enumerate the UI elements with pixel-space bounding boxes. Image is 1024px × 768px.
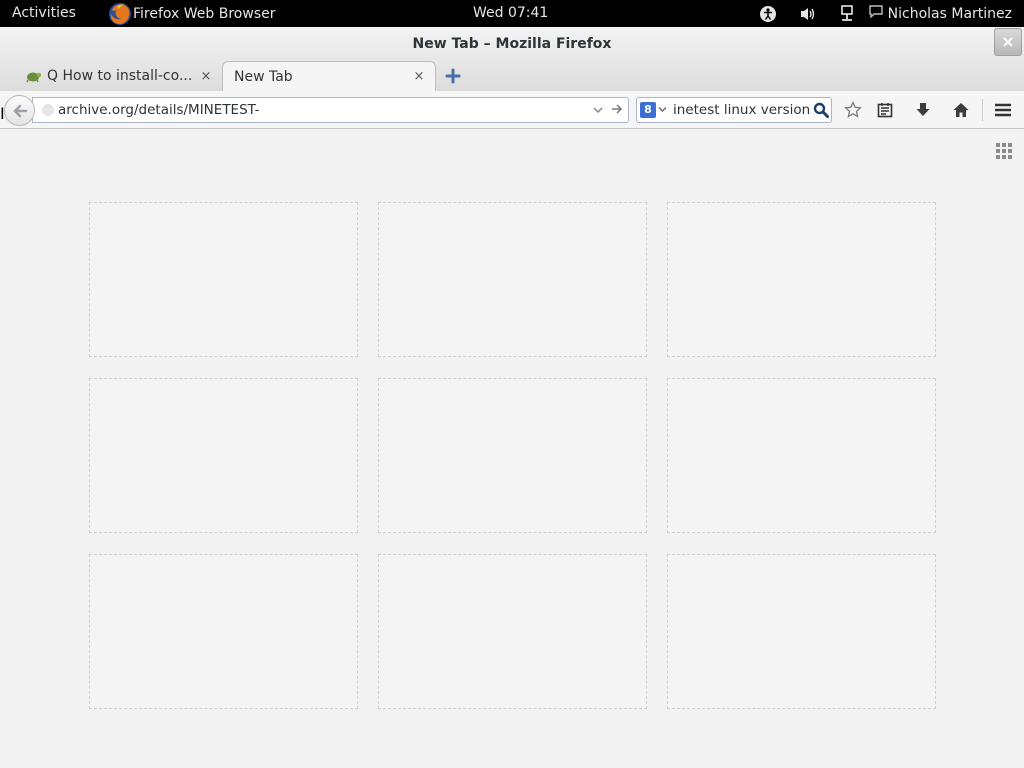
- window-close-button[interactable]: ×: [994, 28, 1022, 56]
- new-tab-tile[interactable]: [378, 554, 647, 709]
- app-menu[interactable]: Firefox Web Browser: [108, 1, 276, 27]
- firefox-window: New Tab – Mozilla Firefox × Q How to ins…: [0, 27, 1024, 768]
- new-tab-tile[interactable]: [667, 554, 936, 709]
- search-magnifier-icon[interactable]: [811, 102, 831, 118]
- go-arrow-icon[interactable]: [606, 102, 628, 118]
- tab-label: New Tab: [234, 68, 293, 85]
- url-bar[interactable]: archive.org/details/MINETEST-: [32, 97, 629, 123]
- window-title: New Tab – Mozilla Firefox: [412, 36, 612, 52]
- menu-icon[interactable]: [992, 99, 1014, 121]
- tab-close-icon[interactable]: ×: [198, 69, 214, 84]
- accessibility-icon[interactable]: [759, 5, 777, 23]
- clock[interactable]: Wed 07:41: [473, 5, 548, 21]
- bookmark-star-icon[interactable]: [842, 99, 864, 121]
- tortoise-favicon-icon: [24, 68, 42, 84]
- new-tab-tile[interactable]: [667, 202, 936, 357]
- text-cursor-icon: I: [0, 104, 5, 123]
- back-icon: [12, 104, 27, 117]
- volume-icon[interactable]: [799, 6, 817, 22]
- tab-strip: Q How to install-co... × New Tab ×: [0, 57, 1024, 91]
- system-tray: Nicholas Martinez: [737, 0, 1024, 27]
- network-icon[interactable]: [839, 4, 855, 23]
- tab-how-to-install[interactable]: Q How to install-co... ×: [16, 61, 222, 91]
- toolbar-separator: [982, 99, 983, 121]
- url-input[interactable]: archive.org/details/MINETEST-: [58, 102, 590, 118]
- back-button[interactable]: [4, 95, 35, 126]
- new-tab-tile[interactable]: [89, 554, 358, 709]
- new-tab-page: [0, 130, 1024, 768]
- grid-icon[interactable]: [996, 143, 1012, 159]
- download-icon[interactable]: [912, 99, 934, 121]
- site-identity-icon[interactable]: [42, 104, 54, 116]
- search-bar[interactable]: 8 inetest linux versions: [636, 97, 832, 123]
- new-tab-tile[interactable]: [378, 202, 647, 357]
- search-engine-icon[interactable]: 8: [640, 102, 656, 118]
- search-input[interactable]: inetest linux versions: [673, 102, 811, 118]
- reading-list-icon[interactable]: [874, 99, 896, 121]
- tab-label: Q How to install-co...: [47, 68, 193, 84]
- window-titlebar[interactable]: New Tab – Mozilla Firefox ×: [0, 27, 1024, 57]
- navigation-toolbar: archive.org/details/MINETEST- 8 inetest …: [0, 91, 1024, 129]
- activities-button[interactable]: Activities: [12, 5, 76, 21]
- tab-new-tab[interactable]: New Tab ×: [222, 61, 436, 91]
- history-dropdown-icon[interactable]: [590, 104, 606, 117]
- user-menu[interactable]: Nicholas Martinez: [868, 5, 1012, 22]
- user-name: Nicholas Martinez: [887, 5, 1012, 22]
- new-tab-tile[interactable]: [89, 202, 358, 357]
- firefox-logo-icon: [108, 2, 132, 26]
- chat-icon: [868, 5, 883, 22]
- tab-close-icon[interactable]: ×: [411, 69, 427, 84]
- app-name: Firefox Web Browser: [133, 6, 276, 22]
- new-tab-tile[interactable]: [89, 378, 358, 533]
- gnome-top-bar: Activities Firefox Web Browser Wed 07:41…: [0, 0, 1024, 27]
- new-tab-plus-icon[interactable]: [444, 67, 462, 85]
- new-tab-tile[interactable]: [378, 378, 647, 533]
- home-icon[interactable]: [950, 99, 972, 121]
- new-tab-tile[interactable]: [667, 378, 936, 533]
- search-engine-dropdown-icon[interactable]: [658, 105, 667, 116]
- new-tab-tiles-grid: [89, 202, 936, 709]
